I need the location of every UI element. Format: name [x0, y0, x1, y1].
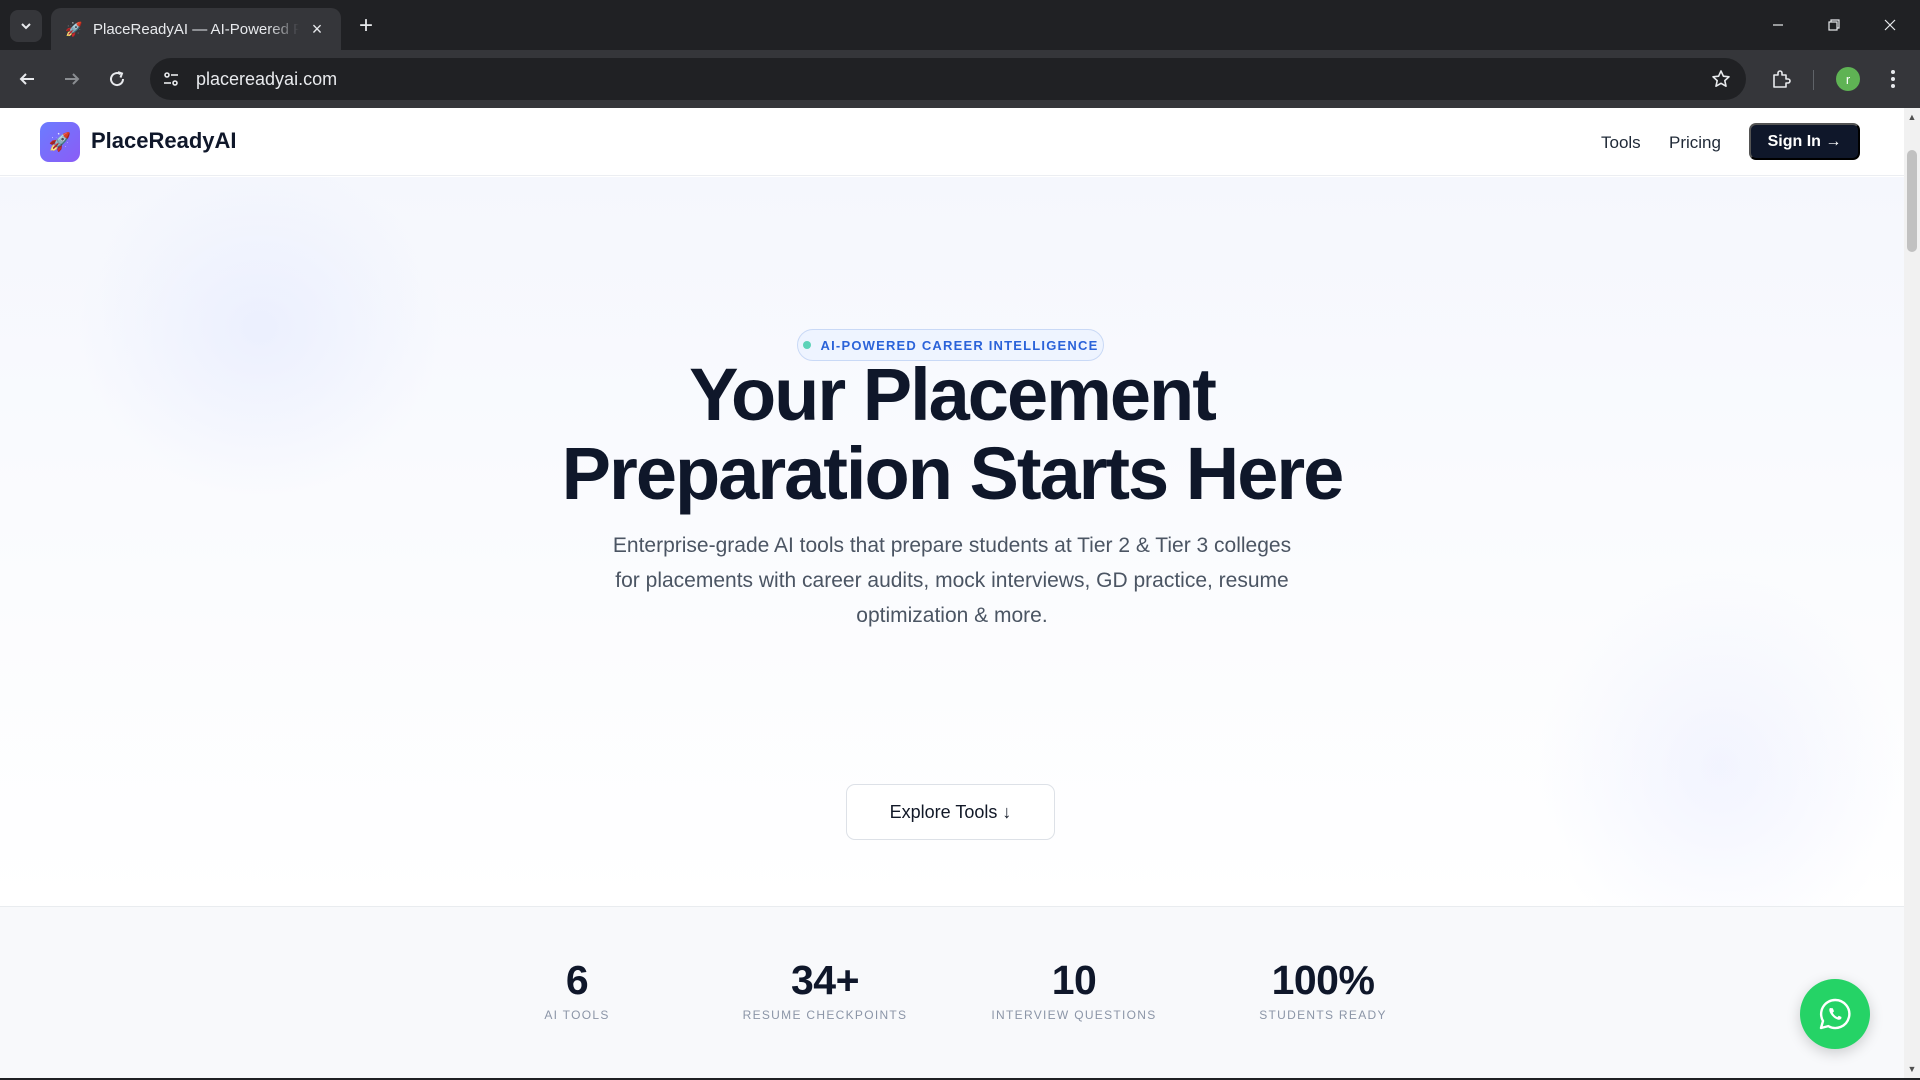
- close-icon: [1884, 19, 1896, 31]
- hero-title-line-1: Your Placement: [689, 353, 1217, 436]
- page-viewport: 🚀 PlaceReadyAI Tools Pricing Sign In → A…: [0, 108, 1904, 1078]
- url-text[interactable]: placereadyai.com: [196, 69, 1704, 90]
- star-icon: [1712, 70, 1730, 87]
- bookmark-button[interactable]: [1704, 62, 1738, 96]
- whatsapp-chat-button[interactable]: [1800, 979, 1870, 1049]
- tab-title: PlaceReadyAI — AI-Powered Placement Prep…: [93, 20, 299, 38]
- browser-tab-active[interactable]: 🚀 PlaceReadyAI — AI-Powered Placement Pr…: [51, 8, 341, 50]
- stat-label: INTERVIEW QUESTIONS: [991, 1008, 1157, 1022]
- nav-tools-link[interactable]: Tools: [1601, 133, 1641, 153]
- extensions-button[interactable]: [1765, 63, 1797, 95]
- rocket-icon: 🚀: [65, 20, 83, 37]
- restore-button[interactable]: [1806, 0, 1862, 50]
- scroll-down-arrow-icon[interactable]: ▼: [1907, 1064, 1917, 1074]
- close-window-button[interactable]: [1862, 0, 1918, 50]
- close-icon[interactable]: ×: [307, 19, 327, 39]
- profile-avatar[interactable]: r: [1836, 67, 1860, 91]
- chevron-down-icon: [21, 23, 31, 30]
- kebab-icon: [1891, 70, 1895, 88]
- browser-menu-button[interactable]: [1877, 63, 1909, 95]
- arrow-right-icon: [65, 73, 80, 85]
- whatsapp-icon: [1819, 998, 1851, 1030]
- hero-badge-text: AI-POWERED CAREER INTELLIGENCE: [820, 337, 1099, 353]
- minimize-button[interactable]: [1750, 0, 1806, 50]
- new-tab-button[interactable]: +: [352, 12, 380, 40]
- hero-subtitle: Enterprise-grade AI tools that prepare s…: [612, 534, 1292, 627]
- site-info-button[interactable]: [156, 64, 186, 94]
- stat-item: 100% STUDENTS READY: [1213, 907, 1433, 1022]
- rocket-icon: 🚀: [48, 131, 72, 152]
- stat-label: STUDENTS READY: [1259, 1008, 1387, 1022]
- tune-icon: [164, 72, 178, 86]
- toolbar-separator: [1813, 70, 1814, 90]
- minimize-icon: [1773, 24, 1783, 26]
- hero-section: AI-POWERED CAREER INTELLIGENCE Your Plac…: [0, 177, 1904, 907]
- scroll-up-arrow-icon[interactable]: ▲: [1907, 112, 1917, 122]
- brand-name[interactable]: PlaceReadyAI: [91, 128, 237, 154]
- scrollbar-thumb[interactable]: [1907, 150, 1917, 252]
- stat-item: 6 AI TOOLS: [467, 907, 687, 1022]
- nav-pricing-link[interactable]: Pricing: [1669, 133, 1721, 153]
- puzzle-icon: [1773, 70, 1791, 88]
- address-bar[interactable]: placereadyai.com: [150, 58, 1746, 100]
- stat-value: 6: [565, 957, 589, 1003]
- stats-bar: 6 AI TOOLS 34+ RESUME CHECKPOINTS 10 INT…: [0, 906, 1904, 1078]
- hero-title: Your Placement Preparation Starts Here: [452, 355, 1452, 513]
- browser-toolbar: placereadyai.com r: [0, 50, 1920, 108]
- reload-button[interactable]: [101, 63, 133, 95]
- stat-value: 34+: [790, 957, 860, 1003]
- page-scrollbar[interactable]: ▲ ▼: [1904, 108, 1920, 1078]
- sign-in-button[interactable]: Sign In →: [1749, 123, 1860, 160]
- stat-value: 10: [1051, 957, 1097, 1003]
- restore-icon: [1828, 19, 1840, 31]
- back-button[interactable]: [11, 63, 43, 95]
- stat-item: 10 INTERVIEW QUESTIONS: [964, 907, 1184, 1022]
- hero-title-line-2: Preparation Starts Here: [561, 432, 1345, 515]
- status-dot-icon: [802, 341, 811, 349]
- stat-label: RESUME CHECKPOINTS: [742, 1008, 908, 1022]
- site-header: 🚀 PlaceReadyAI Tools Pricing Sign In →: [0, 108, 1904, 176]
- tab-search-button[interactable]: [10, 10, 42, 42]
- explore-tools-button[interactable]: Explore Tools ↓: [846, 784, 1055, 840]
- browser-tabstrip: 🚀 PlaceReadyAI — AI-Powered Placement Pr…: [0, 0, 1920, 50]
- reload-icon: [110, 71, 125, 87]
- stat-value: 100%: [1271, 957, 1375, 1003]
- logo[interactable]: 🚀: [40, 122, 80, 162]
- stat-item: 34+ RESUME CHECKPOINTS: [715, 907, 935, 1022]
- stat-label: AI TOOLS: [544, 1008, 610, 1022]
- forward-button[interactable]: [56, 63, 88, 95]
- arrow-left-icon: [19, 73, 34, 85]
